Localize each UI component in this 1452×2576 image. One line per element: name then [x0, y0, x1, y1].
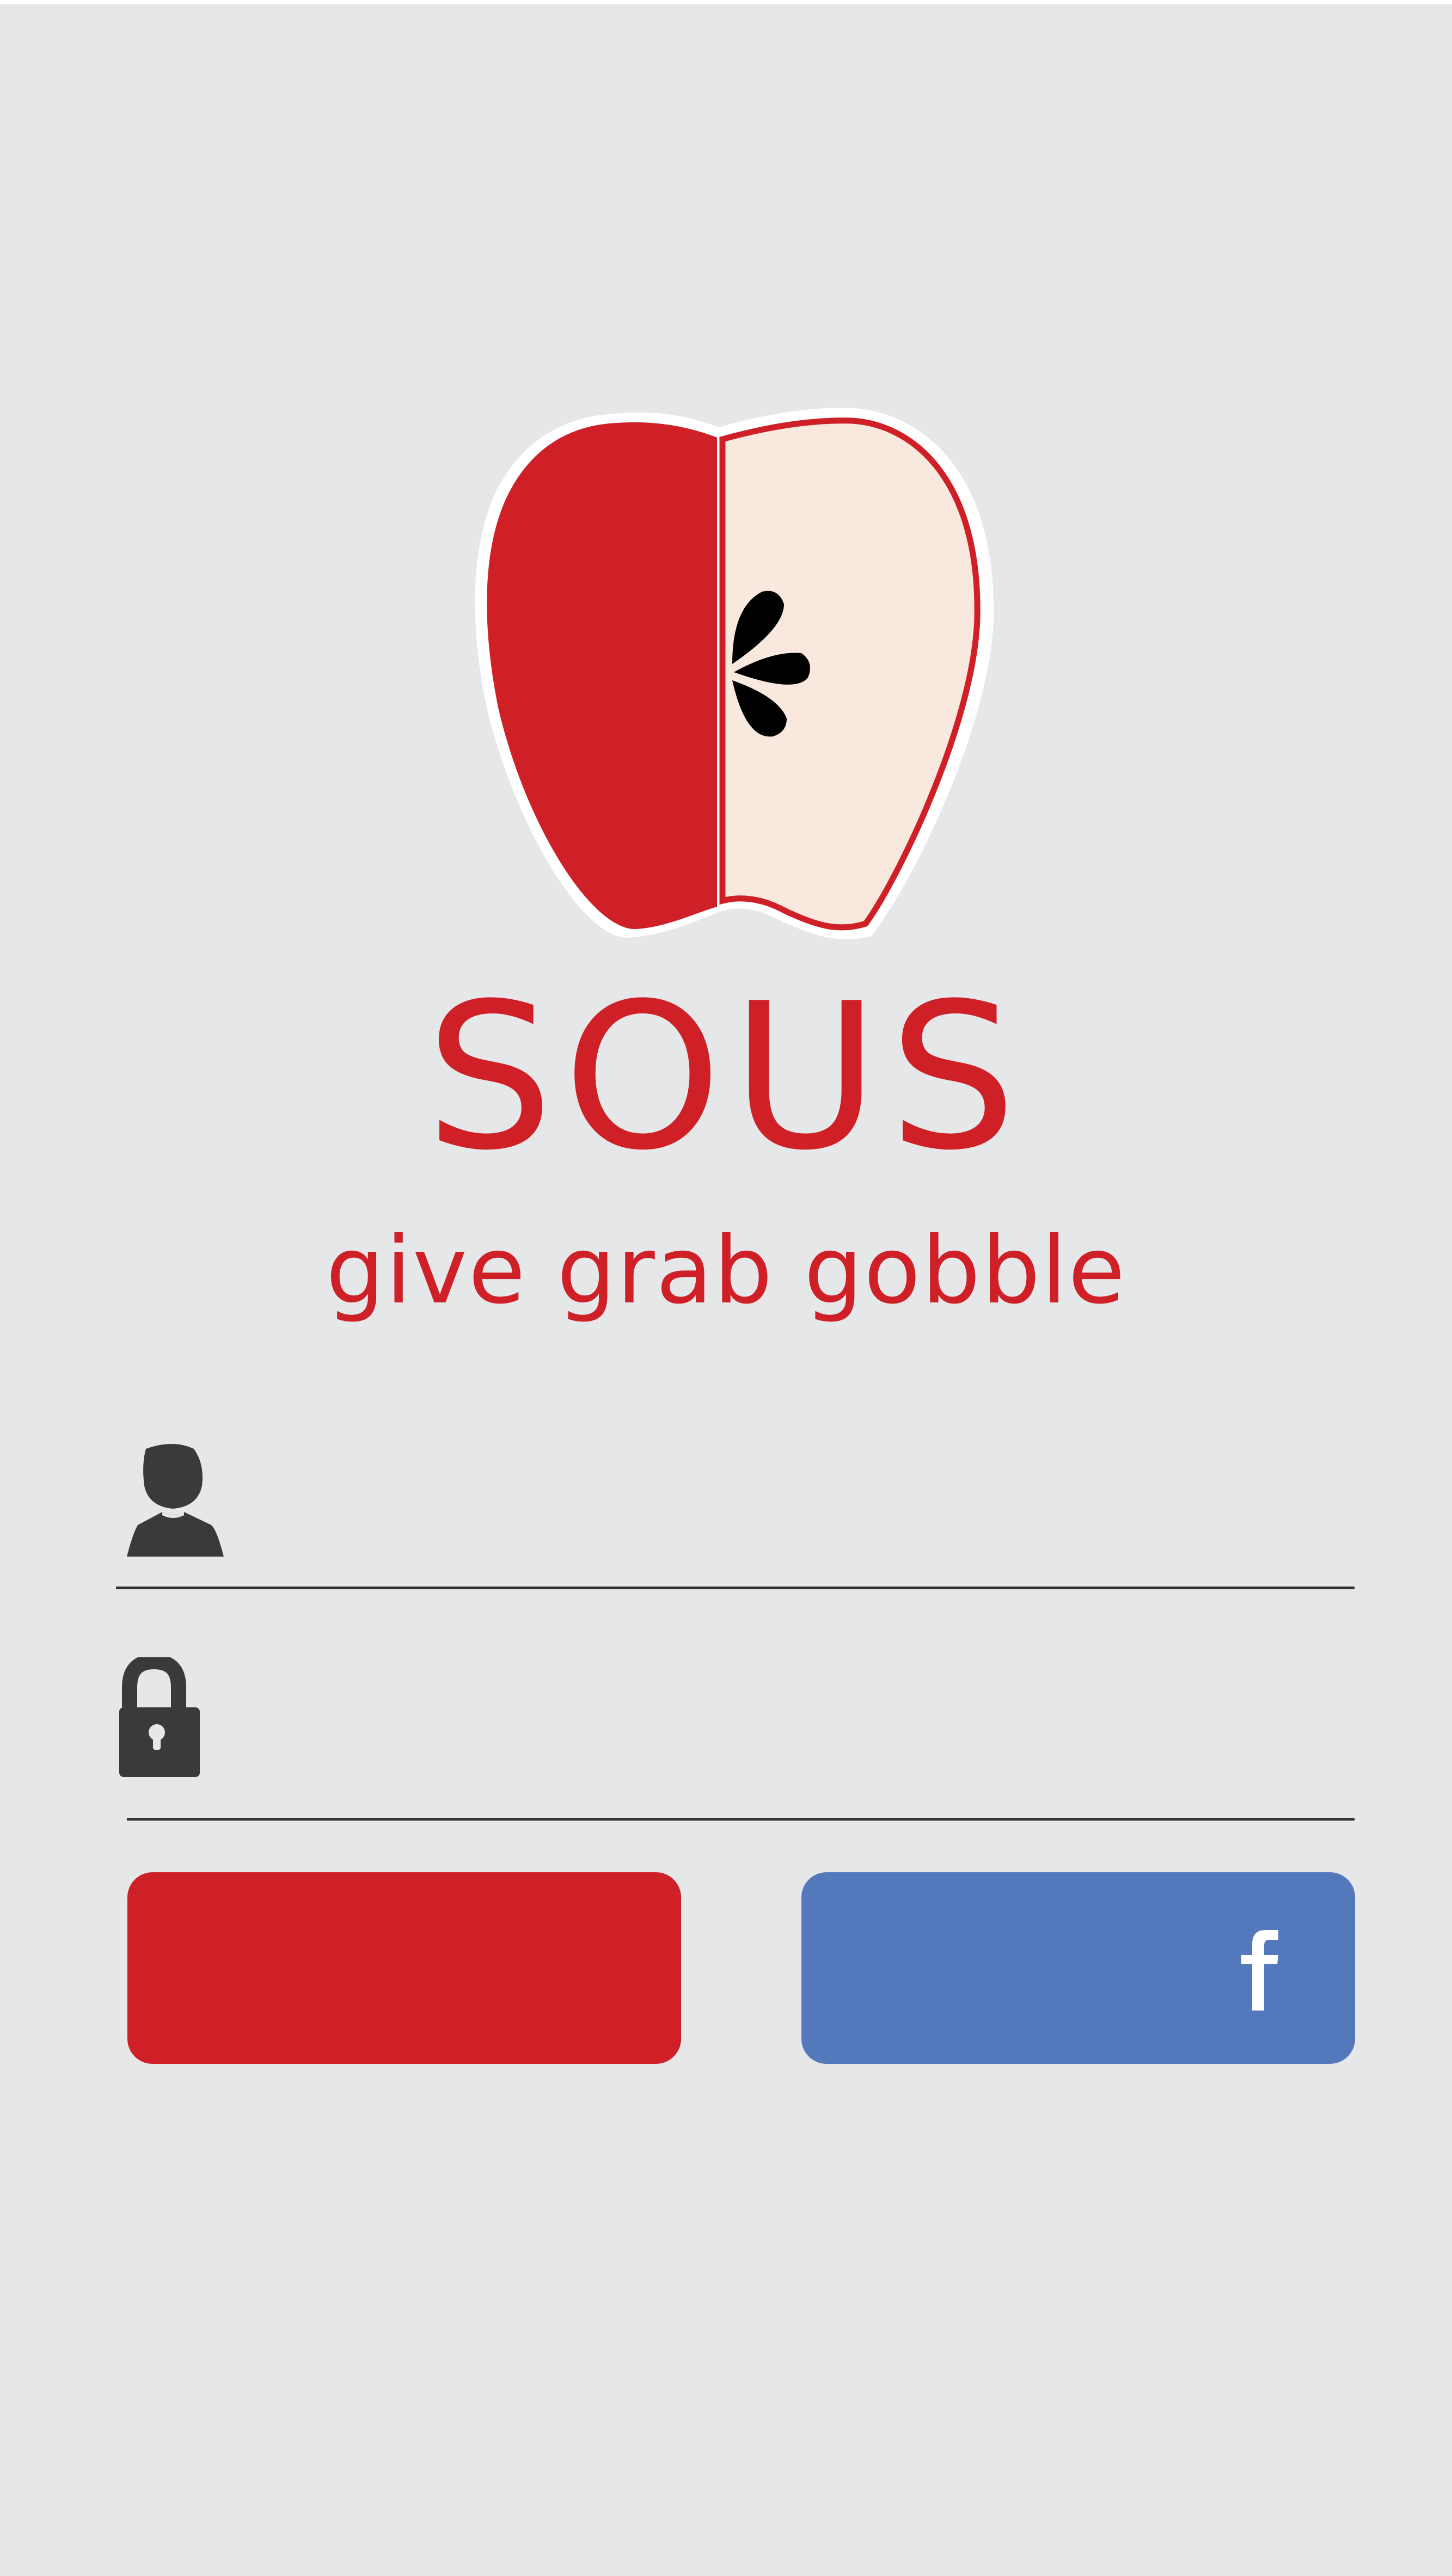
username-underline	[116, 1587, 1355, 1589]
brand-tagline: give grab gobble	[326, 1217, 1126, 1325]
username-field[interactable]	[116, 1442, 1355, 1589]
login-screen: SOUS give grab gobble	[0, 0, 1452, 2576]
facebook-icon	[1241, 1930, 1278, 2011]
apple-red-half	[487, 422, 719, 929]
apple-logo	[475, 408, 994, 939]
password-input[interactable]	[290, 1690, 1355, 1793]
username-input[interactable]	[290, 1464, 1355, 1562]
password-field[interactable]	[116, 1657, 1355, 1821]
login-button[interactable]	[127, 1872, 681, 2064]
facebook-login-button[interactable]	[801, 1872, 1355, 2064]
status-bar-edge	[0, 0, 1452, 4]
user-icon	[127, 1444, 224, 1557]
password-underline	[127, 1818, 1355, 1821]
brand-title: SOUS	[425, 961, 1027, 1195]
lock-icon	[119, 1657, 200, 1777]
